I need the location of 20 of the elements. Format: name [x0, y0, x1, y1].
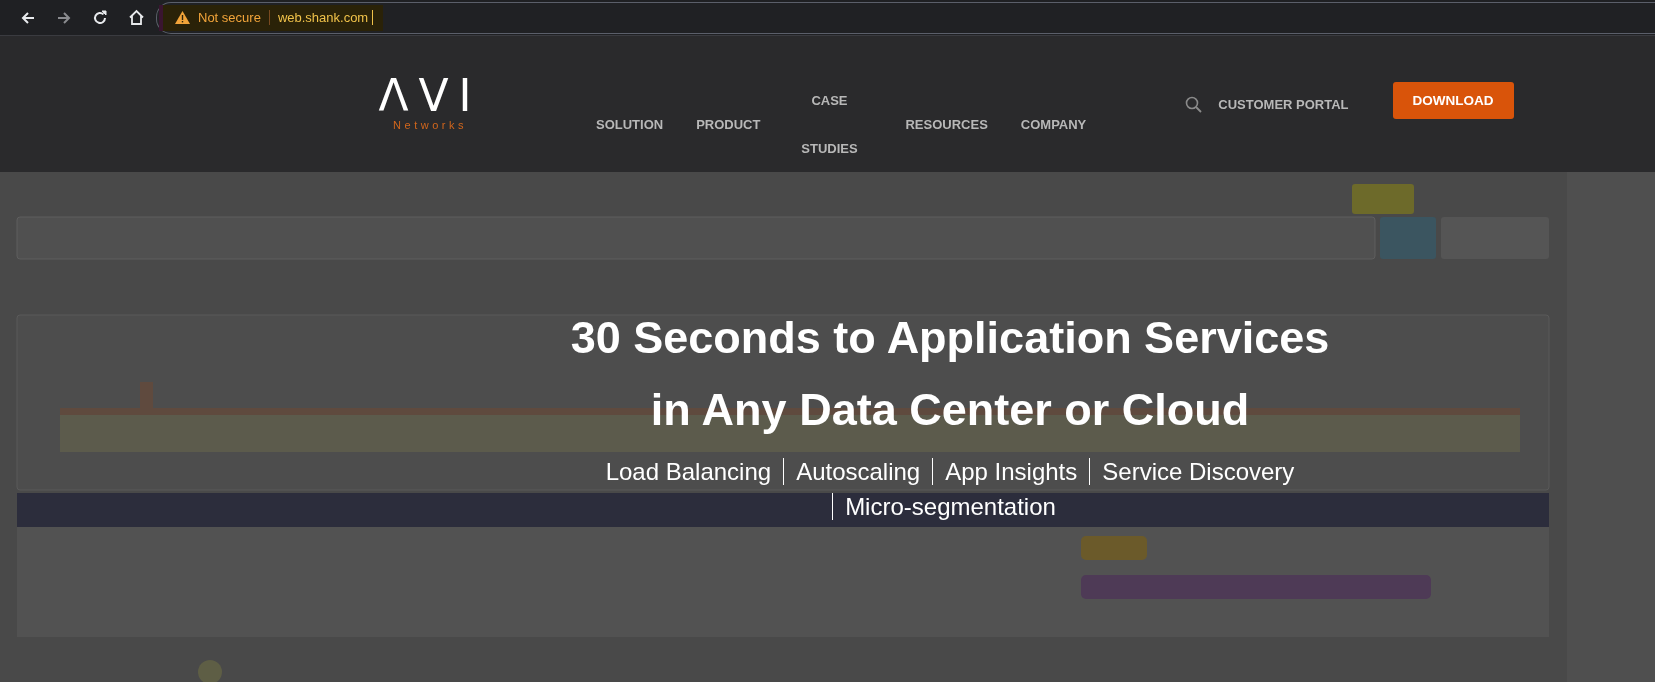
- feature-label: Load Balancing: [604, 458, 773, 485]
- nav-link[interactable]: SOLUTION: [596, 101, 664, 149]
- nav-link[interactable]: RESOURCES: [905, 101, 988, 149]
- download-button[interactable]: DOWNLOAD: [1392, 82, 1514, 119]
- warning-icon: [175, 11, 190, 24]
- logo[interactable]: ΛVI Networks: [380, 76, 480, 131]
- hero-title: in Any Data Center or Cloud: [649, 383, 1251, 437]
- search-icon[interactable]: [1185, 95, 1203, 113]
- nav-link[interactable]: COMPANY: [1020, 101, 1087, 149]
- feature-label: Micro-segmentation: [832, 493, 1068, 520]
- security-label[interactable]: Not secure: [198, 10, 270, 25]
- nav-link[interactable]: CASE STUDIES: [793, 77, 866, 173]
- url-text[interactable]: web.shank.com: [277, 10, 374, 25]
- feature-label: Service Discovery: [1089, 458, 1307, 485]
- feature-label: Autoscaling: [783, 458, 933, 485]
- nav-link[interactable]: PRODUCT: [696, 101, 761, 149]
- hero-title: 30 Seconds to Application Services: [570, 311, 1330, 365]
- address-bar[interactable]: Not secure web.shank.com: [156, 1, 1655, 34]
- customer-portal-link[interactable]: CUSTOMER PORTAL: [1218, 96, 1349, 112]
- feature-label: App Insights: [932, 458, 1090, 485]
